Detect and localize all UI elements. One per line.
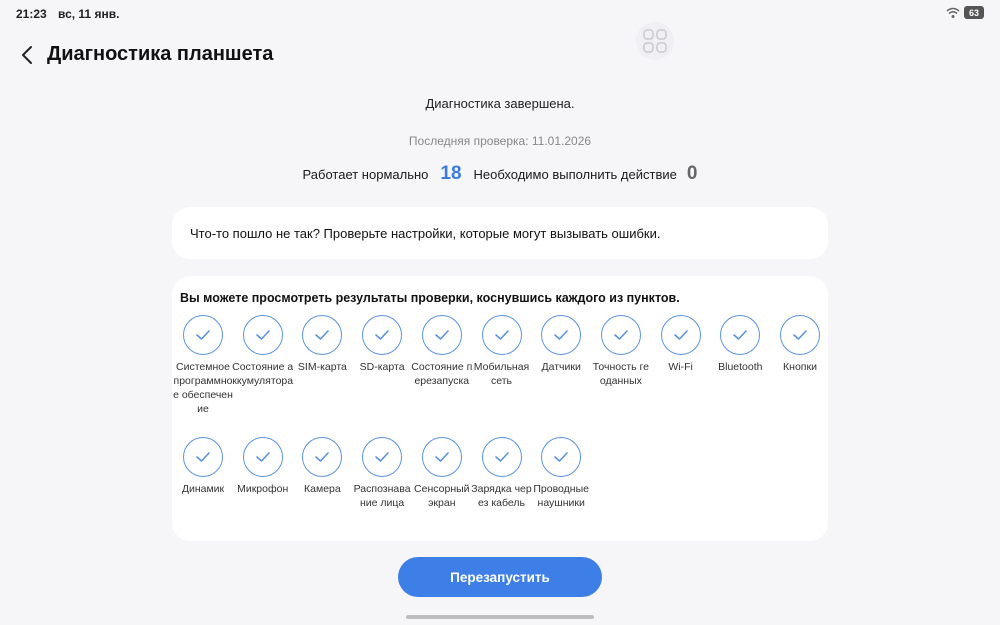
result-item-label: Кнопки <box>783 361 817 373</box>
result-item-label: Микрофон <box>237 483 289 495</box>
result-item[interactable]: SD-карта <box>351 315 413 374</box>
diagnostics-status: Диагностика завершена. <box>425 96 575 111</box>
result-item-label: Датчики <box>541 361 581 373</box>
battery-icon: 63 <box>964 6 984 19</box>
check-icon <box>242 315 283 355</box>
settings-hint-card[interactable]: Что-то пошло не так? Проверьте настройки… <box>172 207 828 259</box>
result-item[interactable]: Кнопки <box>769 315 831 374</box>
restart-button[interactable]: Перезапустить <box>398 557 602 597</box>
result-item-label: Wi-Fi <box>668 361 693 373</box>
result-item[interactable]: Системное программное обеспечение <box>172 315 234 416</box>
result-item[interactable]: Камера <box>291 437 353 496</box>
result-item[interactable]: Состояние перезапуска <box>411 315 473 388</box>
result-item-label: SIM-карта <box>297 361 347 373</box>
page-title: Диагностика планшета <box>47 43 274 65</box>
settings-hint-text: Что-то пошло не так? Проверьте настройки… <box>190 226 661 241</box>
result-item-label: Распознавание лица <box>353 483 411 509</box>
result-item-label: Камера <box>304 483 341 495</box>
result-item[interactable]: Динамик <box>172 437 234 496</box>
result-counts: Работает нормально 18 Необходимо выполни… <box>0 163 1000 185</box>
result-item[interactable]: Проводные наушники <box>530 437 592 510</box>
result-item[interactable]: Мобильная сеть <box>471 315 533 388</box>
check-icon <box>362 437 403 477</box>
check-icon <box>541 315 582 355</box>
result-item-label: Динамик <box>181 483 225 495</box>
results-card: Вы можете просмотреть результаты проверк… <box>172 276 828 541</box>
status-date: вс, 11 янв. <box>58 7 120 21</box>
apps-grid-icon[interactable] <box>636 22 674 60</box>
result-item[interactable]: Распознавание лица <box>351 437 413 510</box>
result-item-label: Bluetooth <box>718 361 763 373</box>
wifi-icon <box>946 7 960 18</box>
result-item[interactable]: Точность геоданных <box>590 315 652 388</box>
result-item[interactable]: Датчики <box>530 315 592 374</box>
status-time: 21:23 <box>16 7 47 21</box>
result-item-label: Мобильная сеть <box>473 361 530 387</box>
result-item[interactable]: Wi-Fi <box>650 315 712 374</box>
results-title: Вы можете просмотреть результаты проверк… <box>180 291 680 305</box>
check-icon <box>600 315 641 355</box>
status-bar: 21:23 вс, 11 янв. 63 <box>0 0 1000 30</box>
check-icon <box>362 315 403 355</box>
check-icon <box>780 315 820 355</box>
check-icon <box>421 315 462 355</box>
check-icon <box>242 437 283 477</box>
result-item[interactable]: Зарядка через кабель <box>471 437 533 510</box>
ok-label: Работает нормально <box>302 167 429 182</box>
result-item-label: Состояние перезапуска <box>411 361 473 387</box>
check-icon <box>421 437 462 477</box>
back-arrow-icon[interactable] <box>18 44 38 66</box>
result-item-label: Состояние аккумулятора <box>232 361 294 387</box>
check-icon <box>541 437 582 477</box>
check-icon <box>481 437 522 477</box>
action-label: Необходимо выполнить действие <box>473 167 677 182</box>
result-item-label: SD-карта <box>359 361 405 373</box>
action-count: 0 <box>686 163 698 184</box>
home-indicator[interactable] <box>406 615 594 619</box>
last-check-date: Последняя проверка: 11.01.2026 <box>408 134 592 148</box>
check-icon <box>302 437 343 477</box>
result-item[interactable]: SIM-карта <box>291 315 353 374</box>
result-item-label: Проводные наушники <box>533 483 589 509</box>
check-icon <box>302 315 343 355</box>
ok-count: 18 <box>440 163 462 184</box>
check-icon <box>660 315 701 355</box>
result-item[interactable]: Bluetooth <box>709 315 771 374</box>
status-icons: 63 <box>946 6 984 19</box>
check-icon <box>183 315 223 355</box>
result-item-label: Системное программное обеспечение <box>173 361 233 415</box>
result-item[interactable]: Состояние аккумулятора <box>232 315 294 388</box>
check-icon <box>720 315 761 355</box>
result-item[interactable]: Микрофон <box>232 437 294 496</box>
result-item[interactable]: Сенсорный экран <box>411 437 473 510</box>
header: Диагностика планшета <box>0 36 1000 76</box>
result-item-label: Сенсорный экран <box>414 483 470 509</box>
result-item-label: Зарядка через кабель <box>471 483 532 509</box>
check-icon <box>481 315 522 355</box>
result-item-label: Точность геоданных <box>592 361 649 387</box>
check-icon <box>183 437 223 477</box>
